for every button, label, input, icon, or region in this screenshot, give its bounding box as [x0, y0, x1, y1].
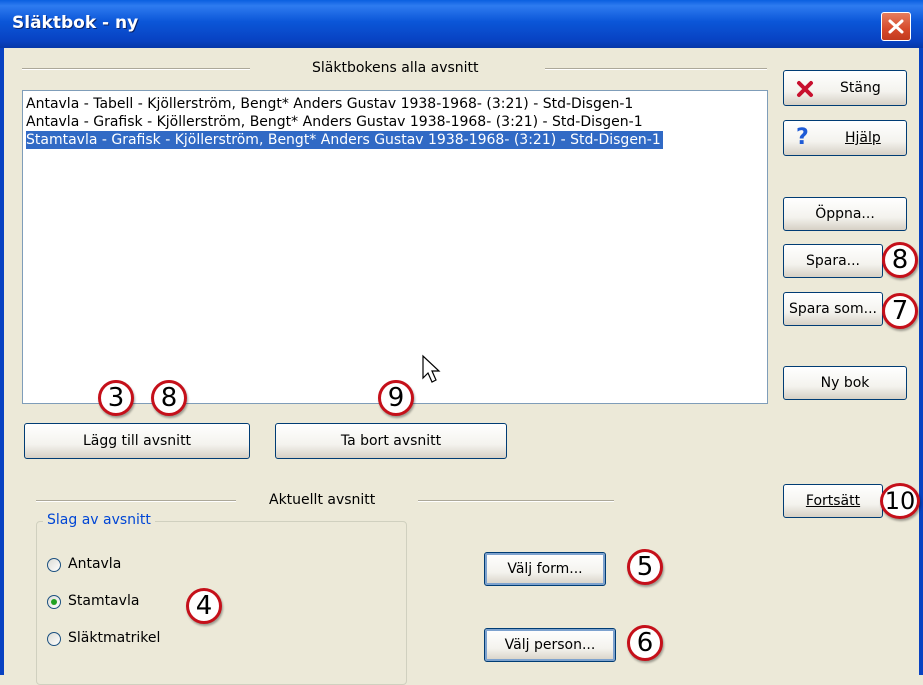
window-close-button[interactable]: [881, 12, 911, 41]
callout-7: 7: [882, 293, 918, 329]
callout-6: 6: [627, 625, 663, 661]
sections-listbox[interactable]: Antavla - Tabell - Kjöllerström, Bengt* …: [22, 90, 768, 404]
window-border-left: [0, 48, 4, 675]
remove-section-button-label: Ta bort avsnitt: [340, 433, 442, 449]
continue-button[interactable]: Fortsätt: [783, 484, 883, 518]
choose-person-button-label: Välj person...: [504, 637, 596, 653]
question-icon: ?: [796, 125, 809, 150]
choose-person-button[interactable]: Välj person...: [484, 628, 616, 662]
list-item[interactable]: Antavla - Tabell - Kjöllerström, Bengt* …: [26, 95, 635, 113]
new-book-button-label: Ny bok: [820, 375, 870, 391]
callout-8: 8: [882, 242, 918, 278]
list-item[interactable]: Antavla - Grafisk - Kjöllerström, Bengt*…: [26, 113, 645, 131]
choose-form-button-label: Välj form...: [507, 561, 583, 577]
callout-4: 4: [186, 588, 222, 624]
radio-slaktmatrikel[interactable]: [47, 632, 61, 646]
callout-3: 3: [98, 380, 134, 416]
callout-10: 10: [880, 483, 920, 519]
save-as-button[interactable]: Spara som...: [783, 292, 883, 326]
callout-8: 8: [151, 380, 187, 416]
new-book-button[interactable]: Ny bok: [783, 366, 907, 400]
close-button-label: Stäng: [840, 80, 881, 96]
radio-antavla[interactable]: [47, 558, 61, 572]
divider: [36, 500, 236, 502]
close-icon: [888, 19, 904, 34]
callout-5: 5: [627, 549, 663, 585]
title-bar[interactable]: Släktbok - ny: [0, 0, 923, 48]
callout-9: 9: [378, 380, 414, 416]
help-button-label: Hjälp: [845, 130, 881, 146]
choose-form-button[interactable]: Välj form...: [484, 552, 606, 586]
save-button-label: Spara...: [805, 253, 861, 269]
sections-group-title: Släktbokens alla avsnitt: [312, 60, 479, 76]
remove-section-button[interactable]: Ta bort avsnitt: [275, 423, 507, 459]
add-section-button[interactable]: Lägg till avsnitt: [24, 423, 250, 459]
radio-stamtavla[interactable]: [47, 595, 61, 609]
radio-antavla-label[interactable]: Antavla: [68, 556, 121, 572]
save-as-button-label: Spara som...: [789, 301, 877, 317]
add-section-button-label: Lägg till avsnitt: [82, 433, 192, 449]
open-button-label: Öppna...: [815, 206, 875, 222]
close-button[interactable]: Stäng: [783, 70, 907, 106]
save-button[interactable]: Spara...: [783, 244, 883, 278]
dialog-window: Släktbok - ny Släktbokens alla avsnitt A…: [0, 0, 923, 685]
radio-slaktmatrikel-label[interactable]: Släktmatrikel: [68, 630, 160, 646]
current-section-title: Aktuellt avsnitt: [269, 492, 376, 508]
radio-selected-dot: [51, 599, 57, 605]
mouse-pointer-icon: [422, 354, 441, 383]
list-item-selected[interactable]: Stamtavla - Grafisk - Kjöllerström, Beng…: [26, 131, 663, 149]
continue-button-label: Fortsätt: [805, 493, 861, 509]
window-title: Släktbok - ny: [12, 13, 139, 33]
radio-stamtavla-label[interactable]: Stamtavla: [68, 593, 139, 609]
divider: [418, 500, 614, 502]
divider: [545, 68, 767, 70]
open-button[interactable]: Öppna...: [783, 197, 907, 231]
red-x-icon: [797, 81, 813, 97]
window-border-right: [919, 48, 923, 675]
divider: [22, 68, 250, 70]
section-type-group-title: Slag av avsnitt: [43, 512, 155, 528]
help-button[interactable]: ? Hjälp: [783, 120, 907, 156]
